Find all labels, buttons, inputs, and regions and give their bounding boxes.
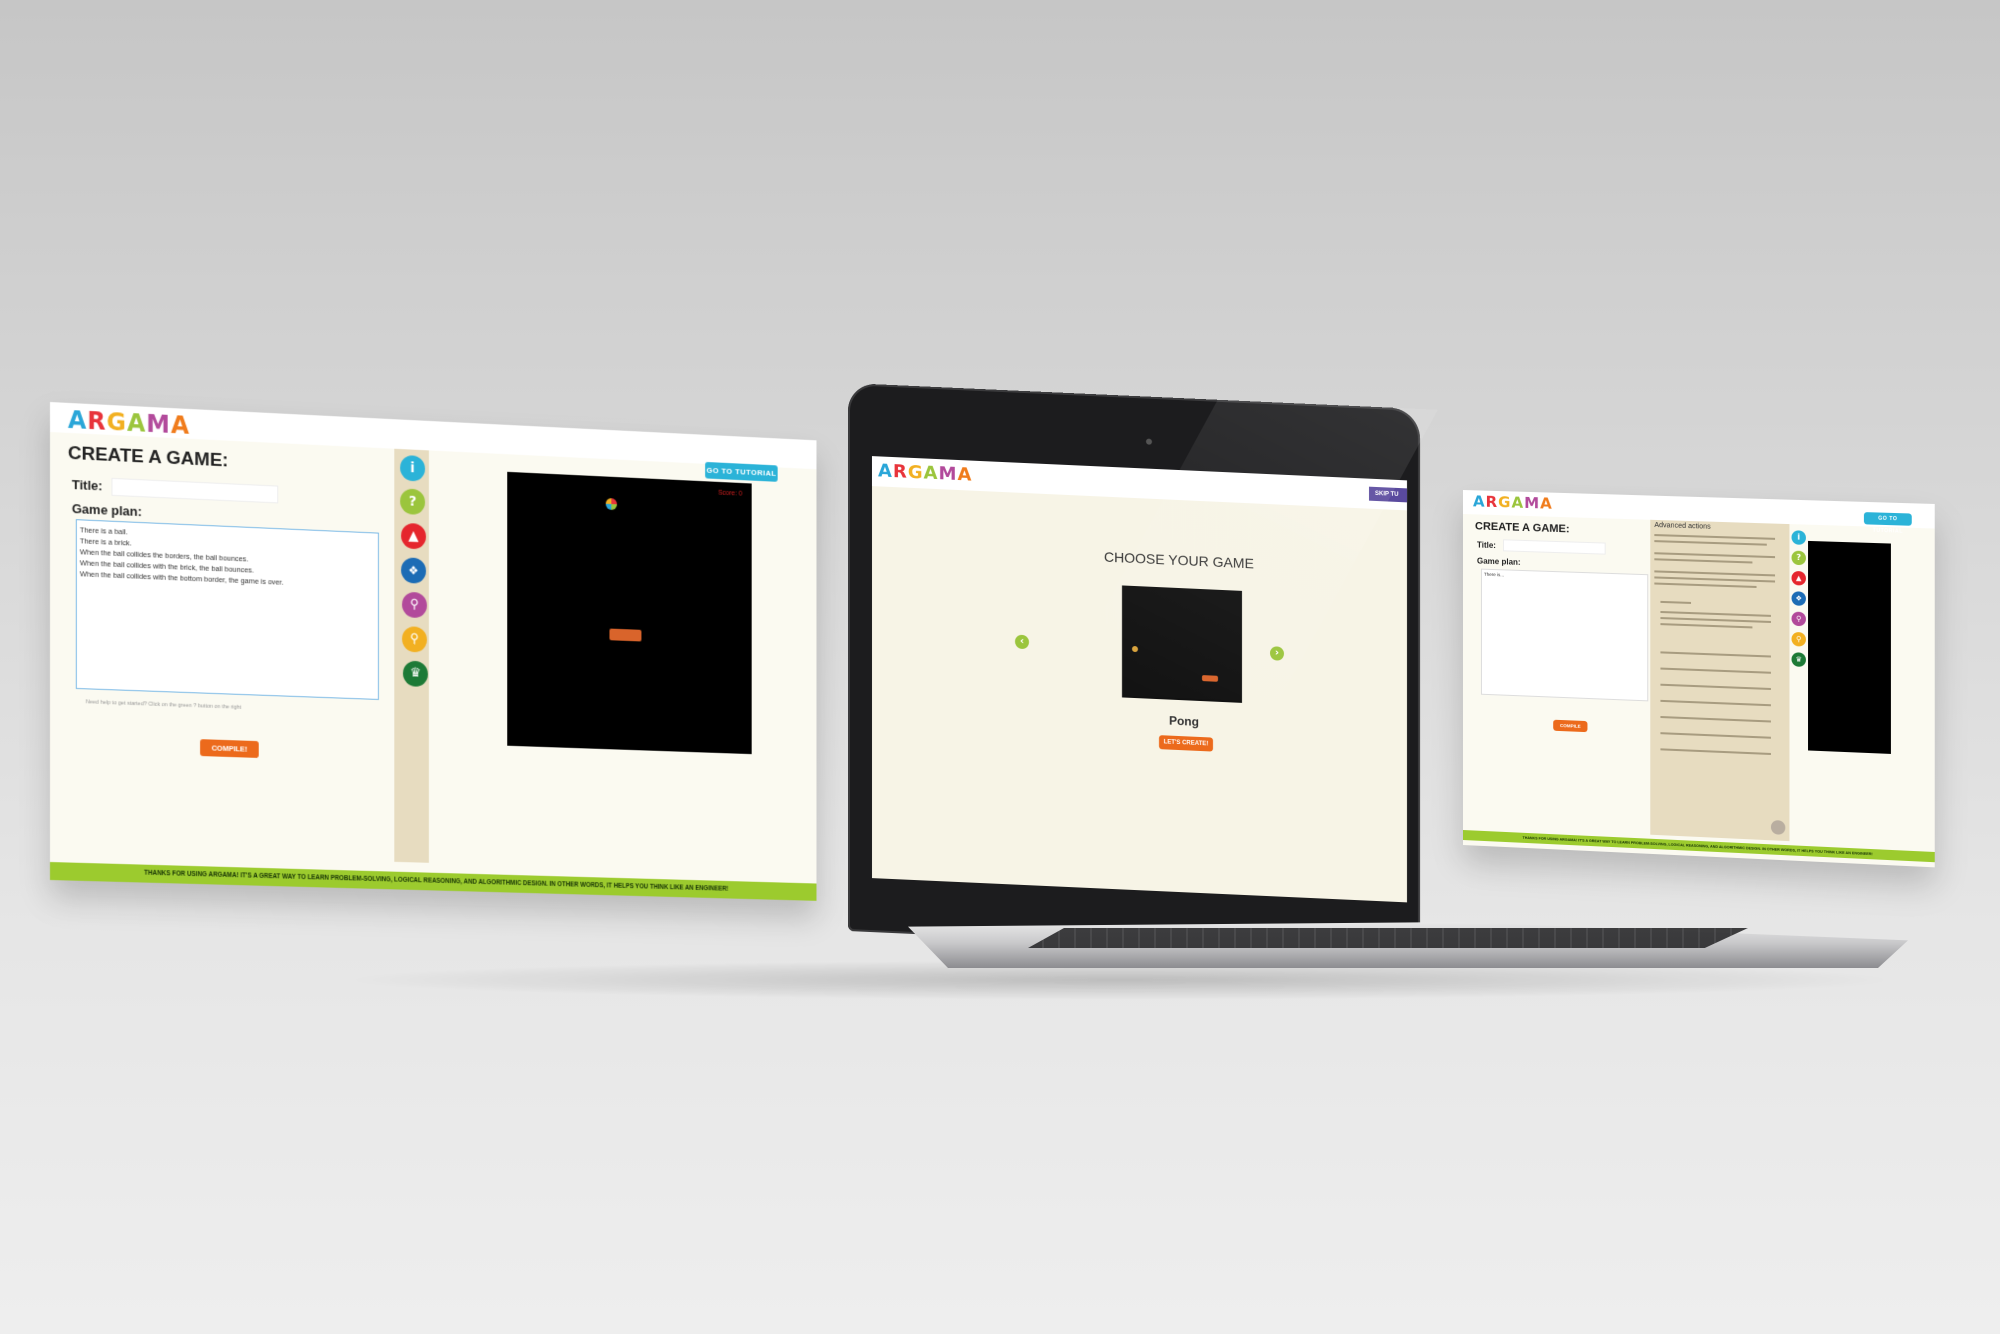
logo-letter: M bbox=[939, 463, 958, 485]
advanced-actions-panel: Advanced actions bbox=[1650, 520, 1789, 841]
ball bbox=[1132, 646, 1138, 652]
help-icon[interactable]: ? bbox=[1792, 551, 1806, 566]
game-plan-textarea[interactable]: There is a ball. There is a brick. When … bbox=[76, 519, 379, 700]
logo-letter: G bbox=[908, 462, 924, 484]
logo-letter: A bbox=[1473, 492, 1486, 510]
panel-table-row bbox=[1660, 684, 1770, 690]
game-plan-label: Game plan: bbox=[72, 501, 142, 519]
page-title: CREATE A GAME: bbox=[68, 443, 228, 473]
top-bar: ARGAMA bbox=[872, 456, 1407, 510]
brick bbox=[1202, 675, 1218, 682]
panel-table-row bbox=[1660, 668, 1770, 674]
help-hint: Need help to get started? Click on the g… bbox=[86, 699, 242, 711]
trophy-icon[interactable]: ♛ bbox=[403, 661, 428, 687]
walking-person-icon[interactable]: ⚲ bbox=[402, 626, 427, 653]
panel-table-row bbox=[1660, 748, 1770, 755]
warning-icon[interactable]: ▲ bbox=[401, 523, 426, 550]
webcam bbox=[1146, 439, 1152, 445]
logo-letter: A bbox=[127, 409, 146, 438]
info-icon[interactable]: i bbox=[400, 455, 425, 482]
laptop-lid: ARGAMA SKIP TU CHOOSE YOUR GAME ‹ › Pong… bbox=[848, 383, 1420, 957]
panel-text-line bbox=[1654, 570, 1775, 576]
left-screen-mockup: ARGAMA GO TO TUTORIAL CREATE A GAME: Tit… bbox=[50, 402, 816, 901]
page-title: CHOOSE YOUR GAME bbox=[1104, 549, 1254, 572]
go-to-tutorial-button[interactable]: GO TO TUTORIAL bbox=[705, 462, 778, 482]
panel-text-line bbox=[1654, 552, 1775, 558]
paw-icon[interactable]: ❖ bbox=[1792, 591, 1806, 606]
argama-logo[interactable]: ARGAMA bbox=[1473, 492, 1553, 512]
logo-letter: R bbox=[87, 407, 106, 436]
laptop-screen: ARGAMA SKIP TU CHOOSE YOUR GAME ‹ › Pong… bbox=[872, 456, 1407, 902]
logo-letter: A bbox=[957, 464, 972, 486]
panel-text-line bbox=[1654, 576, 1775, 582]
warning-icon[interactable]: ▲ bbox=[1792, 571, 1806, 586]
panel-text-line bbox=[1654, 540, 1766, 546]
go-to-tutorial-button[interactable]: GO TO TUTORIAL bbox=[1864, 512, 1912, 526]
walking-person-icon[interactable]: ⚲ bbox=[1792, 632, 1806, 647]
game-preview[interactable] bbox=[1122, 585, 1242, 702]
game-canvas[interactable] bbox=[1808, 541, 1891, 754]
panel-table-row bbox=[1660, 700, 1770, 706]
title-label: Title: bbox=[72, 477, 103, 493]
title-input[interactable] bbox=[1503, 539, 1606, 554]
logo-letter: M bbox=[146, 410, 170, 439]
logo-letter: R bbox=[1486, 493, 1499, 511]
logo-letter: R bbox=[893, 461, 908, 483]
logo-letter: A bbox=[878, 460, 893, 482]
game-name: Pong bbox=[1169, 714, 1199, 729]
page-title: CREATE A GAME: bbox=[1475, 520, 1570, 535]
score-label: Score: 0 bbox=[718, 490, 742, 498]
footer-message: THANKS FOR USING ARGAMA! IT'S A GREAT WA… bbox=[50, 862, 816, 901]
panel-text-line bbox=[1654, 582, 1756, 587]
help-icon[interactable]: ? bbox=[400, 488, 425, 515]
panel-title: Advanced actions bbox=[1654, 522, 1710, 531]
skip-tutorial-button[interactable]: SKIP TU bbox=[1369, 487, 1407, 503]
running-person-icon[interactable]: ⚲ bbox=[402, 592, 427, 619]
panel-text-line bbox=[1654, 534, 1775, 540]
argama-logo[interactable]: ARGAMA bbox=[878, 460, 972, 485]
panel-text-line bbox=[1660, 623, 1752, 628]
panel-text-line bbox=[1660, 601, 1691, 604]
logo-letter: A bbox=[1511, 493, 1524, 511]
info-icon[interactable]: i bbox=[1792, 530, 1806, 545]
game-canvas[interactable]: Score: 0 bbox=[507, 472, 751, 754]
logo-letter: A bbox=[1540, 494, 1553, 512]
argama-logo[interactable]: ARGAMA bbox=[68, 406, 190, 440]
next-game-arrow[interactable]: › bbox=[1270, 646, 1284, 661]
running-person-icon[interactable]: ⚲ bbox=[1792, 612, 1806, 627]
logo-letter: A bbox=[924, 462, 939, 484]
panel-text-line bbox=[1660, 617, 1770, 623]
scroll-top-icon[interactable] bbox=[1771, 820, 1785, 835]
panel-text-line bbox=[1654, 558, 1752, 563]
logo-letter: M bbox=[1524, 494, 1540, 513]
tool-strip: i ? ▲ ❖ ⚲ ⚲ ♛ bbox=[394, 449, 429, 863]
panel-table-row bbox=[1660, 732, 1770, 739]
title-input[interactable] bbox=[111, 478, 278, 504]
panel-text-line bbox=[1660, 611, 1770, 617]
laptop-keyboard bbox=[1028, 928, 1748, 948]
game-plan-label: Game plan: bbox=[1477, 556, 1521, 566]
panel-table-row bbox=[1660, 716, 1770, 723]
lets-create-button[interactable]: LET'S CREATE! bbox=[1159, 735, 1213, 751]
paw-icon[interactable]: ❖ bbox=[401, 557, 426, 584]
panel-table-row bbox=[1660, 651, 1770, 657]
logo-letter: G bbox=[107, 408, 127, 437]
compile-button[interactable]: COMPILE! bbox=[200, 739, 259, 758]
game-plan-textarea[interactable]: There is... bbox=[1481, 569, 1648, 702]
trophy-icon[interactable]: ♛ bbox=[1792, 652, 1806, 667]
title-label: Title: bbox=[1477, 540, 1496, 550]
previous-game-arrow[interactable]: ‹ bbox=[1015, 635, 1029, 650]
logo-letter: A bbox=[171, 411, 190, 440]
tool-strip: i ? ▲ ❖ ⚲ ⚲ ♛ bbox=[1789, 524, 1808, 728]
ball bbox=[606, 498, 617, 510]
right-screen-mockup: ARGAMA GO TO TUTORIAL CREATE A GAME: Tit… bbox=[1463, 490, 1935, 867]
brick bbox=[609, 629, 641, 642]
logo-letter: A bbox=[68, 406, 87, 435]
compile-button[interactable]: COMPILE bbox=[1553, 720, 1587, 732]
logo-letter: G bbox=[1498, 493, 1511, 511]
